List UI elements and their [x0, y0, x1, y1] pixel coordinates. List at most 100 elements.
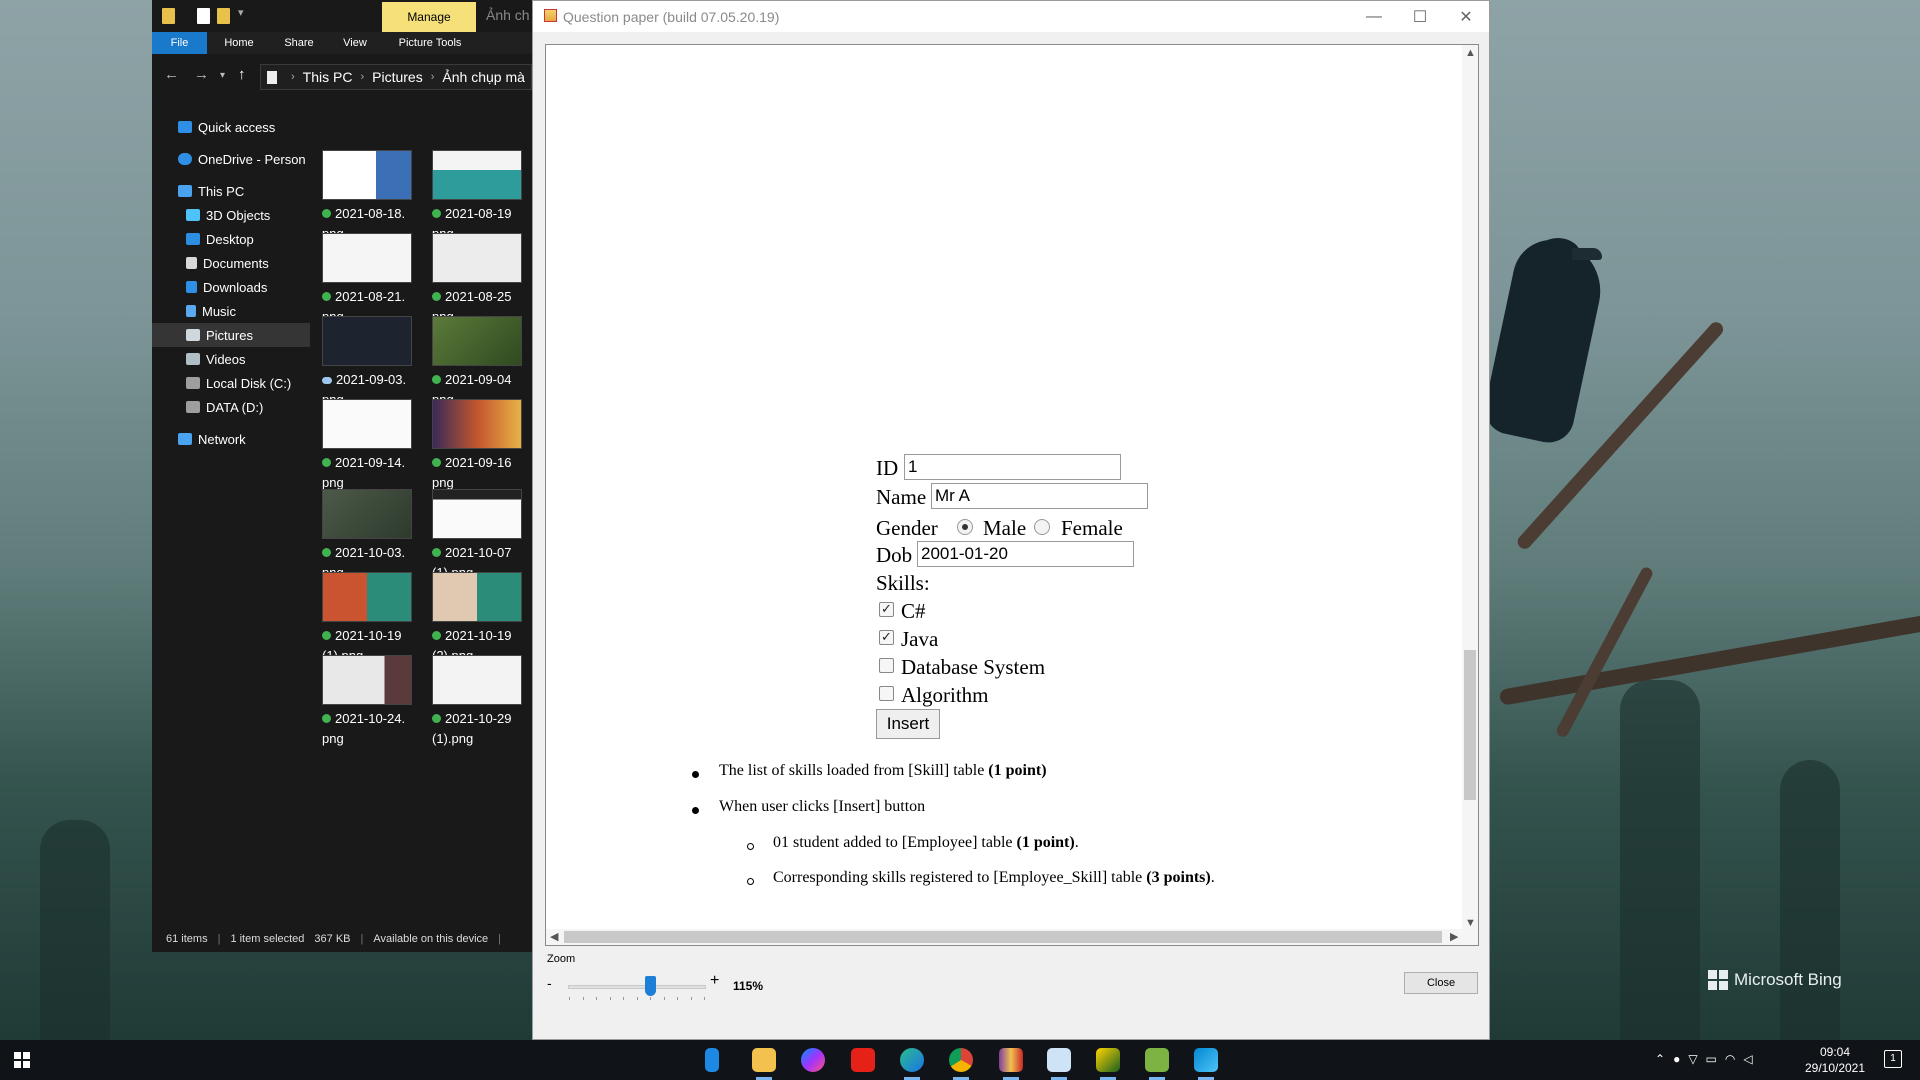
- manage-tab[interactable]: Manage: [382, 2, 476, 32]
- notepad-icon[interactable]: [1145, 1048, 1169, 1072]
- sidebar-item-videos[interactable]: Videos: [152, 347, 310, 371]
- male-radio[interactable]: [957, 519, 973, 535]
- sidebar-item-documents[interactable]: Documents: [152, 251, 310, 275]
- selection-size: 367 KB: [314, 933, 351, 945]
- selection-info: 1 item selected: [230, 933, 305, 945]
- horizontal-scroll-thumb[interactable]: [564, 931, 1442, 943]
- tab-share[interactable]: Share: [270, 32, 328, 54]
- status-bar: 61 items | 1 item selected 367 KB | Avai…: [152, 926, 532, 952]
- file-item[interactable]: 2021-09-14. png: [312, 349, 422, 490]
- sidebar-item-3d-objects[interactable]: 3D Objects: [152, 203, 310, 227]
- id-input[interactable]: 1: [904, 454, 1121, 480]
- sidebar-item-desktop[interactable]: Desktop: [152, 227, 310, 251]
- chevron-up-icon[interactable]: ⌃: [1655, 1052, 1665, 1066]
- male-label[interactable]: Male: [983, 516, 1026, 541]
- sidebar-item-this-pc[interactable]: This PC: [152, 179, 310, 203]
- back-arrow-icon[interactable]: ←: [164, 66, 179, 83]
- sidebar-item-pictures[interactable]: Pictures: [152, 323, 310, 347]
- battery-icon[interactable]: ▭: [1706, 1052, 1717, 1066]
- zoom-in-button[interactable]: +: [710, 972, 719, 990]
- up-arrow-icon[interactable]: ↑: [238, 66, 246, 83]
- sidebar-item-downloads[interactable]: Downloads: [152, 275, 310, 299]
- recent-locations-icon[interactable]: ▾: [220, 70, 225, 81]
- skill-label-java[interactable]: Java: [901, 627, 938, 652]
- skill-label-database[interactable]: Database System: [901, 655, 1045, 680]
- sidebar-item-quick-access[interactable]: Quick access: [152, 115, 310, 139]
- bing-watermark[interactable]: Microsoft Bing: [1708, 970, 1842, 990]
- tab-view[interactable]: View: [328, 32, 382, 54]
- notification-icon[interactable]: 1: [1884, 1050, 1902, 1068]
- zoom-slider[interactable]: [568, 985, 706, 989]
- file-item[interactable]: 2021-09-16 png: [422, 349, 532, 490]
- name-input[interactable]: Mr A: [931, 483, 1148, 509]
- edge-icon[interactable]: [900, 1048, 924, 1072]
- tab-home[interactable]: Home: [210, 32, 268, 54]
- start-button[interactable]: [14, 1052, 30, 1068]
- breadcrumb-folder[interactable]: Ảnh chụp mà: [442, 69, 525, 85]
- sidebar-item-onedrive[interactable]: OneDrive - Person: [152, 147, 310, 171]
- tab-file[interactable]: File: [152, 32, 207, 54]
- messenger-icon[interactable]: [801, 1048, 825, 1072]
- properties-icon[interactable]: [197, 8, 210, 24]
- question-paper-window[interactable]: Question paper (build 07.05.20.19) — ☐ ✕…: [532, 0, 1490, 1040]
- dob-input[interactable]: 2001-01-20: [917, 541, 1134, 567]
- youtube-icon[interactable]: [851, 1048, 875, 1072]
- file-item[interactable]: 2021-10-24. png: [312, 605, 422, 746]
- taskbar: ⌃ ● ▽ ▭ ◠ ◁ 09:04 29/10/2021 1: [0, 1040, 1920, 1080]
- vertical-scroll-thumb[interactable]: [1464, 650, 1476, 800]
- photos-icon[interactable]: [1194, 1048, 1218, 1072]
- close-window-button[interactable]: ✕: [1443, 1, 1489, 32]
- file-explorer-window[interactable]: ▾ Manage Ảnh ch File Home Share View Pic…: [152, 0, 532, 952]
- tab-picture-tools[interactable]: Picture Tools: [384, 32, 476, 54]
- skill-checkbox-java[interactable]: ✓: [879, 630, 894, 645]
- cloud-icon: [178, 153, 192, 165]
- maximize-button[interactable]: ☐: [1397, 1, 1443, 32]
- wifi-icon[interactable]: ◠: [1725, 1052, 1735, 1066]
- microphone-icon[interactable]: ●: [1673, 1052, 1680, 1066]
- status-divider: |: [498, 933, 501, 945]
- zoom-out-button[interactable]: -: [547, 975, 552, 991]
- vertical-scrollbar[interactable]: ▲ ▼: [1462, 45, 1478, 933]
- minimize-button[interactable]: —: [1351, 1, 1397, 32]
- excel-tool-icon[interactable]: [1096, 1048, 1120, 1072]
- clock[interactable]: 09:04 29/10/2021: [1790, 1044, 1880, 1076]
- scroll-up-icon[interactable]: ▲: [1465, 47, 1476, 59]
- volume-icon[interactable]: ◁: [1743, 1052, 1752, 1066]
- zoom-slider-thumb[interactable]: [645, 976, 657, 996]
- sidebar-item-label: 3D Objects: [206, 207, 271, 223]
- horizontal-scrollbar[interactable]: ◀ ▶: [546, 929, 1478, 945]
- document-viewer[interactable]: ID 1 Name Mr A Gender Male Female Dob 20…: [545, 44, 1479, 946]
- skill-checkbox-database[interactable]: [879, 658, 894, 673]
- skill-label-csharp[interactable]: C#: [901, 599, 926, 624]
- sidebar-item-network[interactable]: Network: [152, 427, 310, 451]
- app-tray-icon[interactable]: ▽: [1688, 1052, 1697, 1066]
- insert-button[interactable]: Insert: [876, 709, 940, 739]
- close-button[interactable]: Close: [1404, 972, 1478, 994]
- chevron-down-icon[interactable]: ▾: [238, 6, 244, 19]
- scroll-left-icon[interactable]: ◀: [550, 930, 558, 943]
- breadcrumb-this-pc[interactable]: This PC: [303, 69, 353, 85]
- calculator-icon[interactable]: [705, 1048, 719, 1072]
- title-bar[interactable]: Question paper (build 07.05.20.19) — ☐ ✕: [533, 1, 1489, 32]
- chrome-icon[interactable]: [949, 1048, 973, 1072]
- sidebar-item-label: DATA (D:): [206, 399, 264, 415]
- sidebar-item-data-drive[interactable]: DATA (D:): [152, 395, 310, 419]
- breadcrumb-pictures[interactable]: Pictures: [372, 69, 423, 85]
- scroll-right-icon[interactable]: ▶: [1450, 930, 1458, 943]
- skill-checkbox-csharp[interactable]: ✓: [879, 602, 894, 617]
- file-item[interactable]: 2021-10-29 (1).png: [422, 605, 532, 746]
- address-bar[interactable]: › This PC › Pictures › Ảnh chụp mà: [260, 64, 532, 90]
- female-label[interactable]: Female: [1061, 516, 1123, 541]
- file-explorer-icon[interactable]: [752, 1048, 776, 1072]
- folder-icon[interactable]: [162, 8, 175, 24]
- new-folder-icon[interactable]: [217, 8, 230, 24]
- skill-checkbox-algorithm[interactable]: [879, 686, 894, 701]
- sidebar-item-local-disk[interactable]: Local Disk (C:): [152, 371, 310, 395]
- forward-arrow-icon[interactable]: →: [194, 66, 209, 83]
- virtualbox-icon[interactable]: [1047, 1048, 1071, 1072]
- female-radio[interactable]: [1034, 519, 1050, 535]
- skill-label-algorithm[interactable]: Algorithm: [901, 683, 989, 708]
- scroll-down-icon[interactable]: ▼: [1465, 917, 1476, 929]
- sidebar-item-music[interactable]: Music: [152, 299, 310, 323]
- winrar-icon[interactable]: [999, 1048, 1023, 1072]
